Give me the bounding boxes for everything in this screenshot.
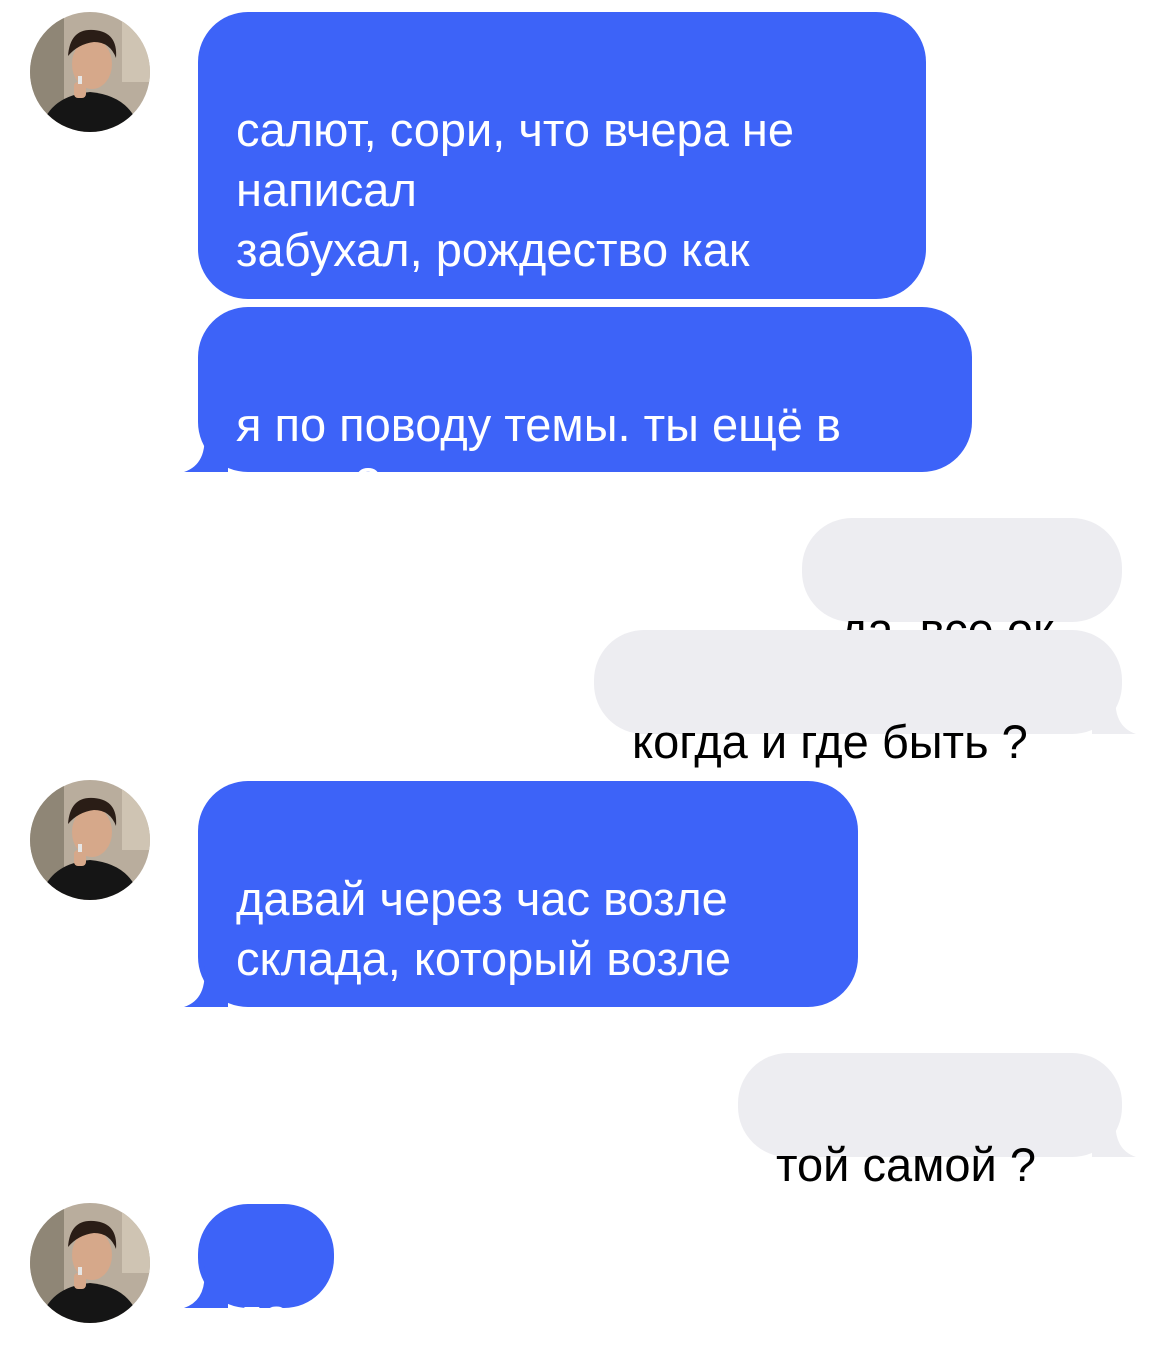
message-text: той самой ? <box>776 1138 1036 1191</box>
bubble-tail-icon <box>184 430 228 472</box>
message-bubble-incoming[interactable]: давай через час возле склада, который во… <box>198 781 858 1045</box>
message-text: да <box>236 1289 290 1342</box>
contact-avatar[interactable] <box>30 1203 150 1323</box>
contact-avatar[interactable] <box>30 12 150 132</box>
message-text: когда и где быть ? <box>632 715 1028 768</box>
person-photo-avatar-icon <box>30 1203 150 1323</box>
message-text: я по поводу темы. ты ещё в деле ? <box>236 398 841 511</box>
message-bubble-incoming[interactable]: я по поводу темы. ты ещё в деле ? <box>198 307 972 511</box>
bubble-tail-icon <box>184 965 228 1007</box>
message-bubble-incoming[interactable]: салют, сори, что вчера не написал забуха… <box>198 12 926 336</box>
message-bubble-outgoing[interactable]: да, все ок <box>802 518 1122 656</box>
message-text: салют, сори, что вчера не написал забуха… <box>236 103 794 336</box>
message-text: давай через час возле склада, который во… <box>236 872 732 1045</box>
bubble-tail-icon <box>1092 692 1136 734</box>
person-photo-avatar-icon <box>30 12 150 132</box>
bubble-tail-icon <box>1092 1115 1136 1157</box>
contact-avatar[interactable] <box>30 780 150 900</box>
person-photo-avatar-icon <box>30 780 150 900</box>
message-bubble-outgoing[interactable]: когда и где быть ? <box>594 630 1122 768</box>
bubble-tail-icon <box>184 1266 228 1308</box>
message-bubble-outgoing[interactable]: той самой ? <box>738 1053 1122 1191</box>
